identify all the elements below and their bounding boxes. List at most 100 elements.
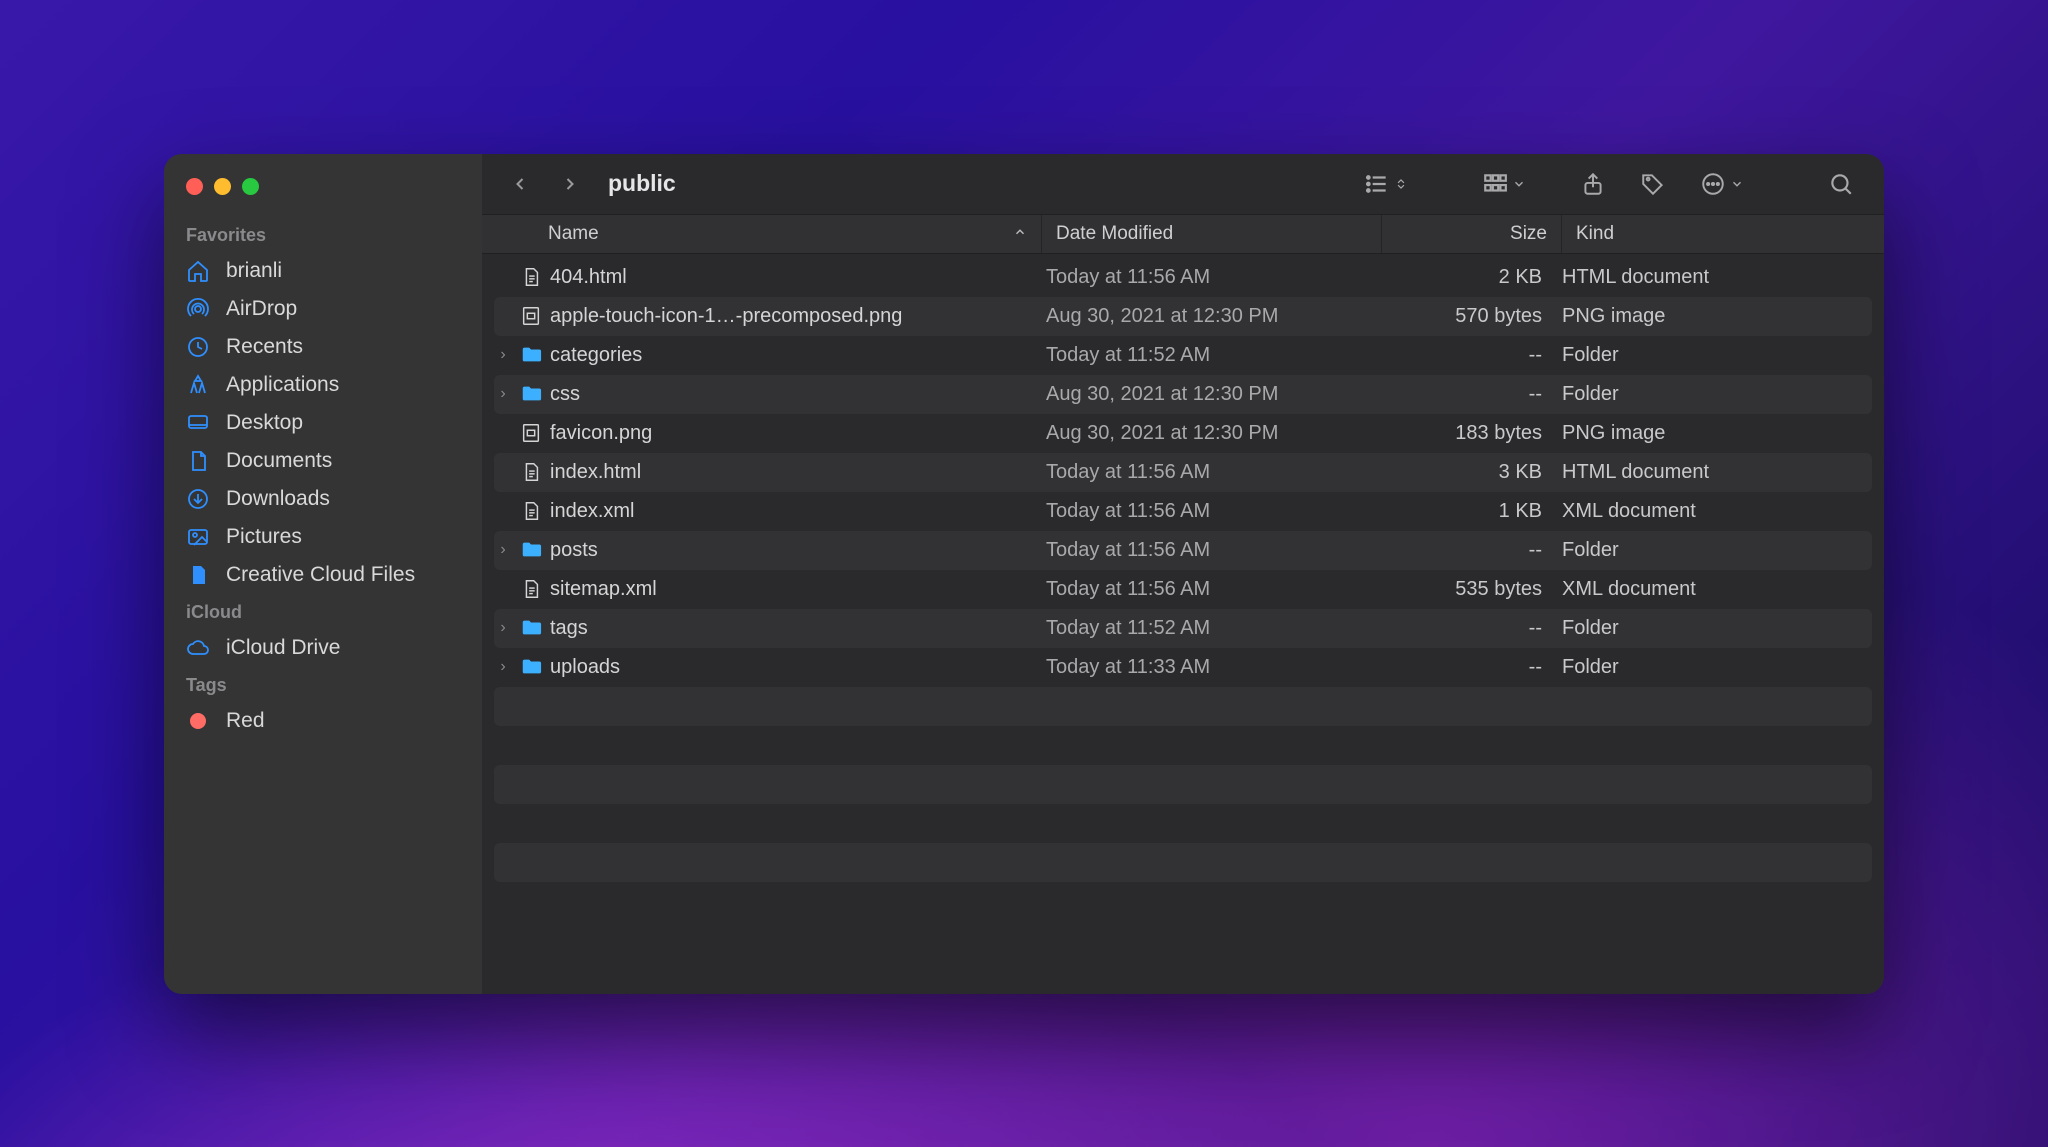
download-icon — [186, 487, 210, 511]
disclosure-triangle-icon[interactable]: › — [494, 385, 512, 403]
file-date: Today at 11:52 AM — [1042, 344, 1382, 367]
sidebar-item-documents[interactable]: Documents — [164, 442, 482, 480]
tag-red-icon — [186, 709, 210, 733]
column-header-name[interactable]: Name — [482, 215, 1042, 253]
file-size: 2 KB — [1382, 266, 1562, 289]
maximize-button[interactable] — [242, 178, 259, 195]
file-icon — [520, 266, 542, 288]
clock-icon — [186, 335, 210, 359]
sidebar-item-brianli[interactable]: brianli — [164, 252, 482, 290]
image-icon — [520, 422, 542, 444]
file-date: Aug 30, 2021 at 12:30 PM — [1042, 383, 1382, 406]
sidebar-section-title: Favorites — [164, 217, 482, 252]
empty-row — [494, 843, 1872, 882]
more-button[interactable] — [1690, 171, 1754, 197]
disclosure-triangle-icon[interactable]: › — [494, 541, 512, 559]
disclosure-triangle-icon[interactable]: › — [494, 619, 512, 637]
file-row[interactable]: index.html Today at 11:56 AM 3 KB HTML d… — [494, 453, 1872, 492]
forward-button[interactable] — [552, 166, 588, 202]
sidebar-item-airdrop[interactable]: AirDrop — [164, 290, 482, 328]
file-date: Aug 30, 2021 at 12:30 PM — [1042, 422, 1382, 445]
file-date: Today at 11:52 AM — [1042, 617, 1382, 640]
minimize-button[interactable] — [214, 178, 231, 195]
search-button[interactable] — [1818, 171, 1864, 197]
file-size: 1 KB — [1382, 500, 1562, 523]
file-row[interactable]: › categories Today at 11:52 AM -- Folder — [494, 336, 1872, 375]
file-row[interactable]: apple-touch-icon-1…-precomposed.png Aug … — [494, 297, 1872, 336]
sidebar-item-red[interactable]: Red — [164, 702, 482, 740]
file-size: 535 bytes — [1382, 578, 1562, 601]
sidebar-item-downloads[interactable]: Downloads — [164, 480, 482, 518]
sidebar-item-recents[interactable]: Recents — [164, 328, 482, 366]
file-row[interactable]: favicon.png Aug 30, 2021 at 12:30 PM 183… — [494, 414, 1872, 453]
sidebar-item-creative-cloud-files[interactable]: Creative Cloud Files — [164, 556, 482, 594]
folder-icon — [520, 617, 542, 639]
column-header-date[interactable]: Date Modified — [1042, 215, 1382, 253]
share-button[interactable] — [1570, 171, 1616, 197]
folder-icon — [520, 344, 542, 366]
column-header-kind[interactable]: Kind — [1562, 215, 1884, 253]
file-kind: Folder — [1562, 539, 1872, 562]
file-name: categories — [550, 344, 642, 367]
file-row[interactable]: 404.html Today at 11:56 AM 2 KB HTML doc… — [494, 258, 1872, 297]
desktop-icon — [186, 411, 210, 435]
file-size: -- — [1382, 539, 1562, 562]
finder-window: FavoritesbrianliAirDrop Recents Applicatio… — [164, 154, 1884, 994]
sidebar-item-icloud-drive[interactable]: iCloud Drive — [164, 629, 482, 667]
sidebar-item-label: Recents — [226, 335, 303, 359]
file-size: -- — [1382, 656, 1562, 679]
back-button[interactable] — [502, 166, 538, 202]
file-name: css — [550, 383, 580, 406]
sidebar-item-label: Pictures — [226, 525, 302, 549]
apps-icon — [186, 373, 210, 397]
sidebar-item-pictures[interactable]: Pictures — [164, 518, 482, 556]
close-button[interactable] — [186, 178, 203, 195]
folder-icon — [520, 383, 542, 405]
column-headers: Name Date Modified Size Kind — [482, 214, 1884, 254]
home-icon — [186, 259, 210, 283]
file-row[interactable]: sitemap.xml Today at 11:56 AM 535 bytes … — [494, 570, 1872, 609]
doc-icon — [186, 449, 210, 473]
file-row[interactable]: › uploads Today at 11:33 AM -- Folder — [494, 648, 1872, 687]
file-kind: XML document — [1562, 500, 1872, 523]
file-kind: PNG image — [1562, 305, 1872, 328]
file-kind: PNG image — [1562, 422, 1872, 445]
sort-indicator-icon — [1013, 223, 1027, 245]
view-list-button[interactable] — [1354, 171, 1418, 197]
file-kind: Folder — [1562, 617, 1872, 640]
disclosure-triangle-icon[interactable]: › — [494, 658, 512, 676]
sidebar-item-label: Applications — [226, 373, 339, 397]
file-row[interactable]: › tags Today at 11:52 AM -- Folder — [494, 609, 1872, 648]
file-name: favicon.png — [550, 422, 652, 445]
toolbar: public — [482, 154, 1884, 214]
sidebar-section-title: iCloud — [164, 594, 482, 629]
file-date: Today at 11:56 AM — [1042, 266, 1382, 289]
file-name: posts — [550, 539, 598, 562]
sidebar: FavoritesbrianliAirDrop Recents Applicatio… — [164, 154, 482, 994]
column-header-size[interactable]: Size — [1382, 215, 1562, 253]
file-size: -- — [1382, 617, 1562, 640]
file-row[interactable]: › css Aug 30, 2021 at 12:30 PM -- Folder — [494, 375, 1872, 414]
file-date: Today at 11:33 AM — [1042, 656, 1382, 679]
folder-icon — [520, 656, 542, 678]
file-name: index.xml — [550, 500, 634, 523]
group-button[interactable] — [1472, 171, 1536, 197]
empty-row — [494, 765, 1872, 804]
file-date: Today at 11:56 AM — [1042, 578, 1382, 601]
file-size: 570 bytes — [1382, 305, 1562, 328]
disclosure-triangle-icon[interactable]: › — [494, 346, 512, 364]
sidebar-item-label: Desktop — [226, 411, 303, 435]
file-kind: Folder — [1562, 383, 1872, 406]
sidebar-item-applications[interactable]: Applications — [164, 366, 482, 404]
tags-button[interactable] — [1630, 171, 1676, 197]
file-date: Today at 11:56 AM — [1042, 500, 1382, 523]
file-size: -- — [1382, 344, 1562, 367]
sidebar-item-desktop[interactable]: Desktop — [164, 404, 482, 442]
file-size: -- — [1382, 383, 1562, 406]
file-kind: HTML document — [1562, 461, 1872, 484]
file-row[interactable]: › posts Today at 11:56 AM -- Folder — [494, 531, 1872, 570]
pictures-icon — [186, 525, 210, 549]
file-row[interactable]: index.xml Today at 11:56 AM 1 KB XML doc… — [494, 492, 1872, 531]
empty-row — [494, 804, 1872, 843]
airdrop-icon — [186, 297, 210, 321]
